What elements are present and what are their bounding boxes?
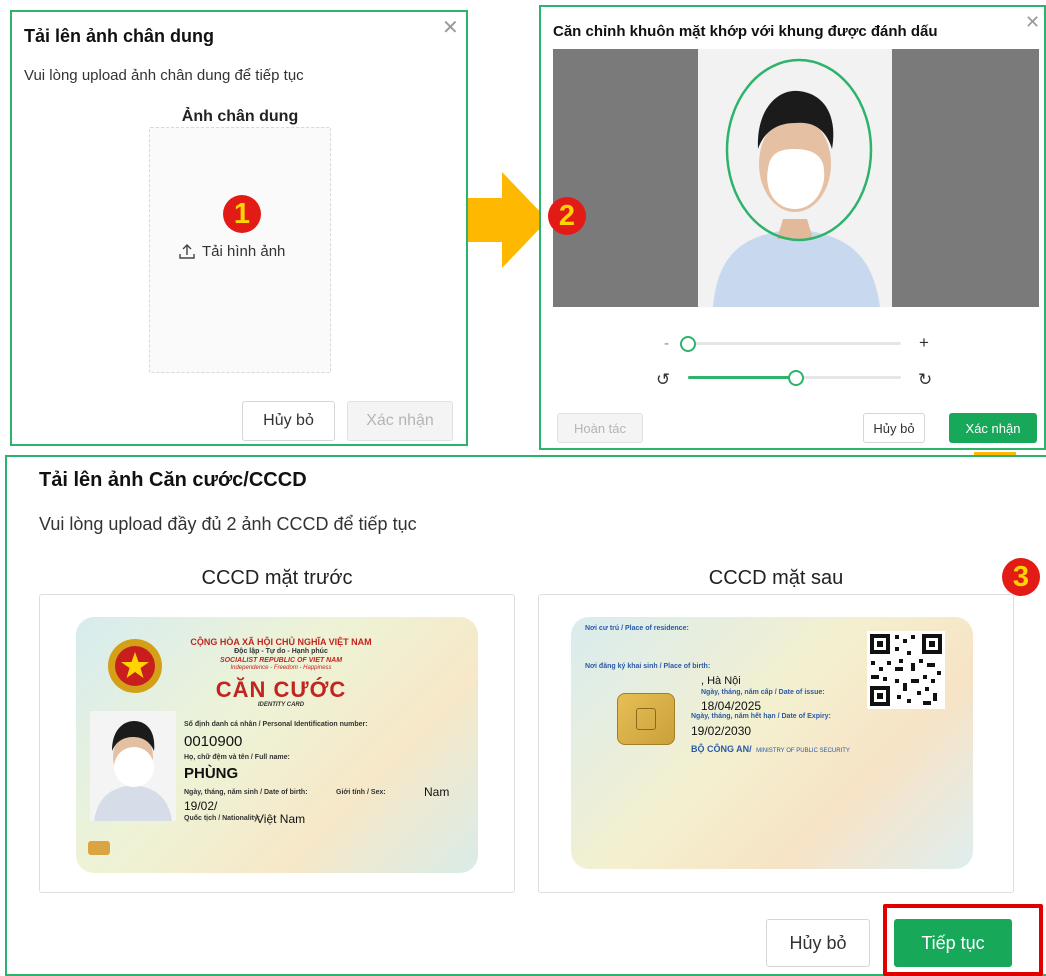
- issuer-label: BỘ CÔNG AN/ MINISTRY OF PUBLIC SECURITY: [691, 739, 850, 757]
- birth-reg-value: , Hà Nội: [701, 675, 741, 687]
- step-badge-3: 3: [1002, 558, 1040, 596]
- dialog-subtitle: Vui lòng upload ảnh chân dung để tiếp tụ…: [24, 67, 304, 84]
- zoom-plus-icon[interactable]: +: [919, 333, 929, 353]
- sex-value: Nam: [424, 785, 450, 799]
- id-front-card: CỘNG HÒA XÃ HỘI CHỦ NGHĨA VIỆT NAM Độc l…: [76, 617, 478, 873]
- upload-dropzone[interactable]: Tải hình ảnh: [149, 127, 331, 373]
- card-title: CĂN CƯỚC: [215, 677, 347, 702]
- issue-date-value: 18/04/2025: [701, 699, 762, 713]
- sex-label: Giới tính / Sex:: [336, 789, 386, 796]
- id-front-upload[interactable]: CỘNG HÒA XÃ HỘI CHỦ NGHĨA VIỆT NAM Độc l…: [39, 594, 515, 893]
- card-header-4: Independence - Freedom - Happiness: [230, 665, 332, 671]
- nationality-label: Quốc tịch / Nationality:: [184, 815, 261, 822]
- upload-icon: [179, 244, 195, 259]
- rotate-slider-handle[interactable]: [788, 370, 804, 386]
- card-header-3: SOCIALIST REPUBLIC OF VIET NAM: [219, 657, 343, 664]
- portrait-upload-dialog: Tải lên ảnh chân dung ✕ Vui lòng upload …: [10, 10, 468, 446]
- expiry-date-label: Ngày, tháng, năm hết hạn / Date of Expir…: [691, 713, 831, 720]
- birth-reg-label: Nơi đăng ký khai sinh / Place of birth:: [585, 663, 711, 670]
- dialog-title: Tải lên ảnh Căn cước/CCCD: [39, 469, 307, 491]
- card-header-1: CỘNG HÒA XÃ HỘI CHỦ NGHĨA VIỆT NAM: [190, 637, 372, 647]
- national-emblem-icon: [108, 639, 162, 693]
- smart-chip-icon: [617, 693, 675, 745]
- front-card-label: CCCD mặt trước: [201, 567, 353, 589]
- card-chip-icon: [88, 841, 110, 855]
- id-holder-photo: [90, 711, 176, 821]
- nationality-value: Việt Nam: [256, 812, 306, 826]
- cancel-button[interactable]: Hủy bỏ: [863, 413, 925, 443]
- step-badge-2: 2: [548, 197, 586, 235]
- name-value: PHÙNG: [184, 765, 239, 782]
- expiry-date-value: 19/02/2030: [691, 724, 752, 738]
- dob-label: Ngày, tháng, năm sinh / Date of birth:: [184, 789, 308, 796]
- rotate-slider[interactable]: [688, 370, 901, 386]
- id-upload-dialog: Tải lên ảnh Căn cước/CCCD Vui lòng uploa…: [5, 455, 1046, 976]
- id-number-label: Số định danh cá nhân / Personal Identifi…: [184, 721, 368, 728]
- face-guide-oval: [725, 58, 873, 242]
- back-card-label: CCCD mặt sau: [708, 567, 844, 589]
- name-label: Họ, chữ đệm và tên / Full name:: [184, 754, 290, 761]
- dialog-title: Căn chỉnh khuôn mặt khớp với khung được …: [553, 23, 938, 40]
- id-back-upload[interactable]: Nơi cư trú / Place of residence: Nơi đăn…: [538, 594, 1014, 893]
- dialog-title: Tải lên ảnh chân dung: [24, 26, 215, 46]
- field-label: Ảnh chân dung: [181, 108, 299, 125]
- close-icon[interactable]: ✕: [1025, 13, 1040, 31]
- qr-code-icon: [867, 631, 945, 709]
- card-header-2: Độc lập - Tự do - Hạnh phúc: [234, 648, 328, 655]
- rotate-left-icon[interactable]: ↺: [656, 370, 670, 390]
- rotate-slider-fill: [688, 376, 794, 379]
- issuer-value-en: MINISTRY OF PUBLIC SECURITY: [756, 748, 850, 754]
- crop-dialog: Căn chỉnh khuôn mặt khớp với khung được …: [539, 5, 1046, 450]
- zoom-slider[interactable]: [680, 336, 901, 352]
- step-badge-1: 1: [223, 195, 261, 233]
- id-number-value: 0010900: [184, 733, 243, 750]
- close-icon[interactable]: ✕: [442, 18, 459, 38]
- dialog-subtitle: Vui lòng upload đầy đủ 2 ảnh CCCD để tiế…: [39, 514, 417, 534]
- cancel-button[interactable]: Hủy bỏ: [766, 919, 870, 967]
- residence-label: Nơi cư trú / Place of residence:: [585, 625, 689, 632]
- continue-button[interactable]: Tiếp tục: [894, 919, 1012, 967]
- undo-button[interactable]: Hoàn tác: [557, 413, 643, 443]
- cancel-button[interactable]: Hủy bỏ: [242, 401, 335, 441]
- zoom-minus-icon[interactable]: -: [664, 335, 669, 352]
- arrow-right-icon: [468, 172, 548, 268]
- issuer-value: BỘ CÔNG AN/: [691, 744, 752, 754]
- rotate-right-icon[interactable]: ↻: [918, 370, 932, 390]
- id-back-card: Nơi cư trú / Place of residence: Nơi đăn…: [571, 617, 973, 869]
- card-title-en: IDENTITY CARD: [257, 702, 305, 708]
- confirm-button[interactable]: Xác nhận: [949, 413, 1037, 443]
- confirm-button[interactable]: Xác nhận: [347, 401, 453, 441]
- crop-right-mask: [892, 49, 1039, 307]
- upload-label: Tải hình ảnh: [202, 242, 286, 260]
- issue-date-label: Ngày, tháng, năm cấp / Date of issue:: [701, 689, 825, 696]
- zoom-slider-handle[interactable]: [680, 336, 696, 352]
- dob-value: 19/02/: [184, 799, 218, 813]
